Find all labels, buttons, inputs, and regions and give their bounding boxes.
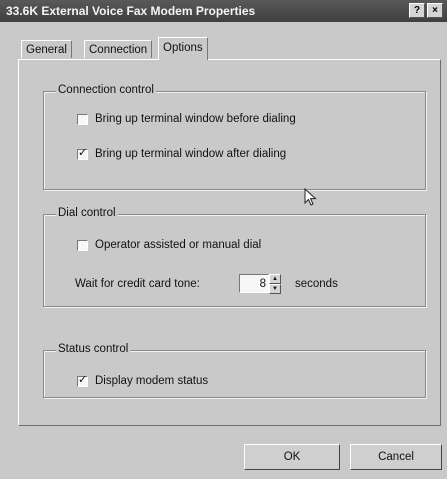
operator-assisted-option[interactable]: Operator assisted or manual dial — [77, 239, 261, 251]
wait-tone-input[interactable]: 8 — [239, 274, 269, 293]
connection-control-group: Connection control Bring up terminal win… — [43, 84, 426, 190]
wait-tone-unit: seconds — [295, 278, 338, 290]
dial-control-group: Dial control Operator assisted or manual… — [43, 207, 426, 307]
tab-options[interactable]: Options — [158, 37, 208, 60]
ok-button[interactable]: OK — [244, 444, 340, 470]
operator-assisted-checkbox[interactable] — [77, 239, 88, 251]
terminal-after-option[interactable]: ✓ Bring up terminal window after dialing — [77, 146, 287, 160]
spin-down-icon[interactable]: ▼ — [269, 284, 281, 294]
check-icon: ✓ — [78, 373, 88, 386]
terminal-before-option[interactable]: Bring up terminal window before dialing — [77, 113, 296, 125]
window-title: 33.6K External Voice Fax Modem Propertie… — [6, 4, 256, 18]
wait-tone-label: Wait for credit card tone: — [75, 278, 200, 290]
operator-assisted-label: Operator assisted or manual dial — [95, 239, 262, 251]
check-icon: ✓ — [78, 146, 88, 159]
status-control-title: Status control — [56, 343, 131, 355]
help-button[interactable]: ? — [409, 3, 425, 18]
close-button[interactable]: × — [427, 3, 443, 18]
connection-control-title: Connection control — [56, 84, 156, 96]
terminal-before-checkbox[interactable] — [77, 113, 88, 125]
tab-general[interactable]: General — [21, 40, 72, 58]
spin-up-icon[interactable]: ▲ — [269, 274, 281, 284]
terminal-after-checkbox[interactable]: ✓ — [77, 146, 88, 160]
display-status-label: Display modem status — [95, 375, 209, 387]
terminal-before-label: Bring up terminal window before dialing — [95, 113, 296, 125]
dial-control-title: Dial control — [56, 207, 118, 219]
display-status-checkbox[interactable]: ✓ — [77, 373, 88, 387]
mouse-pointer-icon — [304, 188, 317, 206]
terminal-after-label: Bring up terminal window after dialing — [95, 148, 287, 160]
display-status-option[interactable]: ✓ Display modem status — [77, 373, 209, 387]
status-control-group: Status control ✓ Display modem status — [43, 343, 426, 398]
wait-tone-spinner[interactable]: 8 ▲ ▼ — [239, 274, 281, 294]
tab-connection[interactable]: Connection — [84, 40, 153, 58]
cancel-button[interactable]: Cancel — [350, 444, 442, 470]
title-bar: 33.6K External Voice Fax Modem Propertie… — [0, 0, 447, 22]
